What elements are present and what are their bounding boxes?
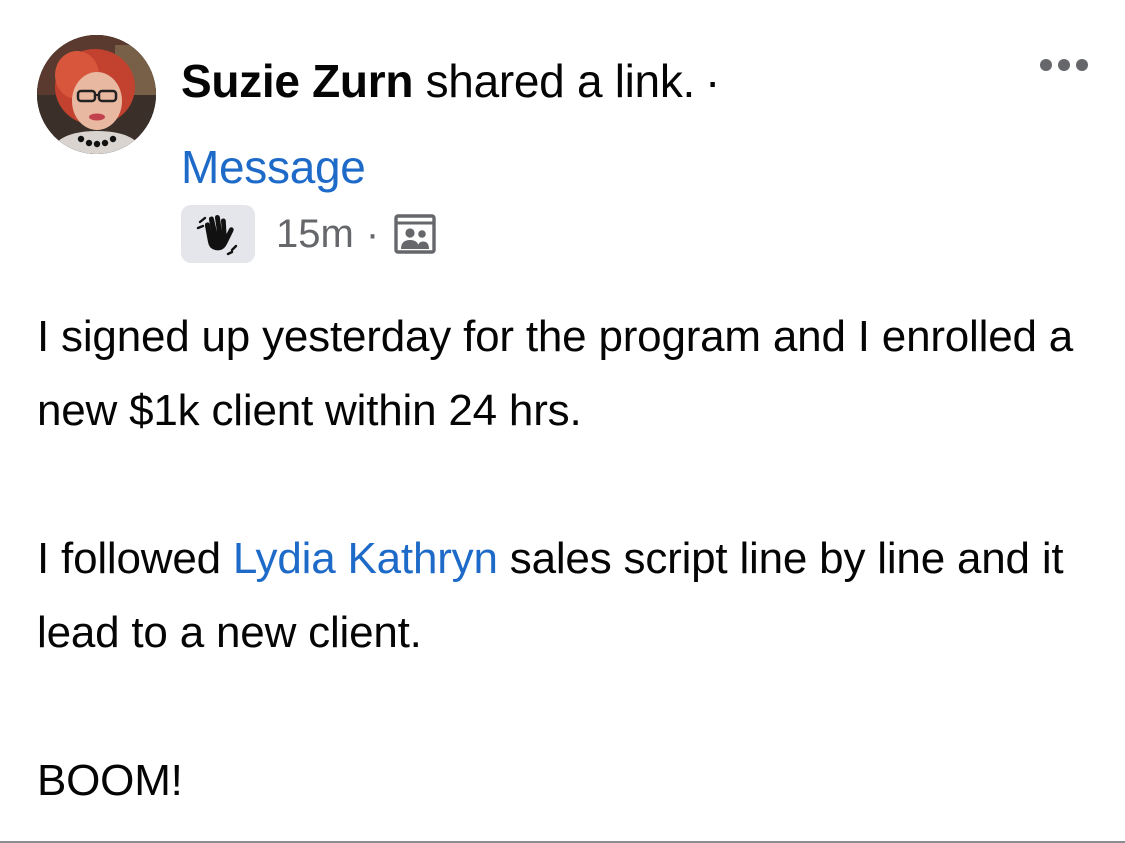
post-header-line: Suzie Zurn shared a link. · bbox=[181, 52, 720, 110]
mention-link[interactable]: Lydia Kathryn bbox=[233, 534, 498, 583]
header-separator: · bbox=[705, 55, 721, 107]
paragraph-text: I followed bbox=[37, 534, 233, 583]
author-avatar[interactable] bbox=[37, 35, 156, 154]
waving-hand-icon bbox=[196, 215, 238, 256]
more-options-icon[interactable] bbox=[1036, 52, 1092, 76]
group-audience-icon[interactable] bbox=[393, 213, 437, 255]
post-card: Suzie Zurn shared a link. · Message 15m · bbox=[0, 0, 1125, 843]
post-paragraph: BOOM! bbox=[37, 756, 183, 805]
post-timestamp[interactable]: 15m bbox=[276, 204, 354, 264]
author-name[interactable]: Suzie Zurn bbox=[181, 55, 413, 107]
waving-hand-badge[interactable] bbox=[181, 205, 255, 263]
post-paragraph: I followed Lydia Kathryn sales script li… bbox=[37, 522, 1097, 670]
post-paragraph: I signed up yesterday for the program an… bbox=[37, 312, 1074, 435]
message-link[interactable]: Message bbox=[181, 138, 366, 196]
post-meta-row: 15m · bbox=[181, 204, 437, 264]
avatar-image bbox=[37, 35, 156, 154]
more-dot bbox=[1058, 59, 1070, 71]
meta-separator: · bbox=[365, 212, 380, 256]
post-body: I signed up yesterday for the program an… bbox=[37, 300, 1097, 818]
more-dot bbox=[1076, 59, 1088, 71]
post-action-text: shared a link. bbox=[425, 55, 696, 107]
more-dot bbox=[1040, 59, 1052, 71]
